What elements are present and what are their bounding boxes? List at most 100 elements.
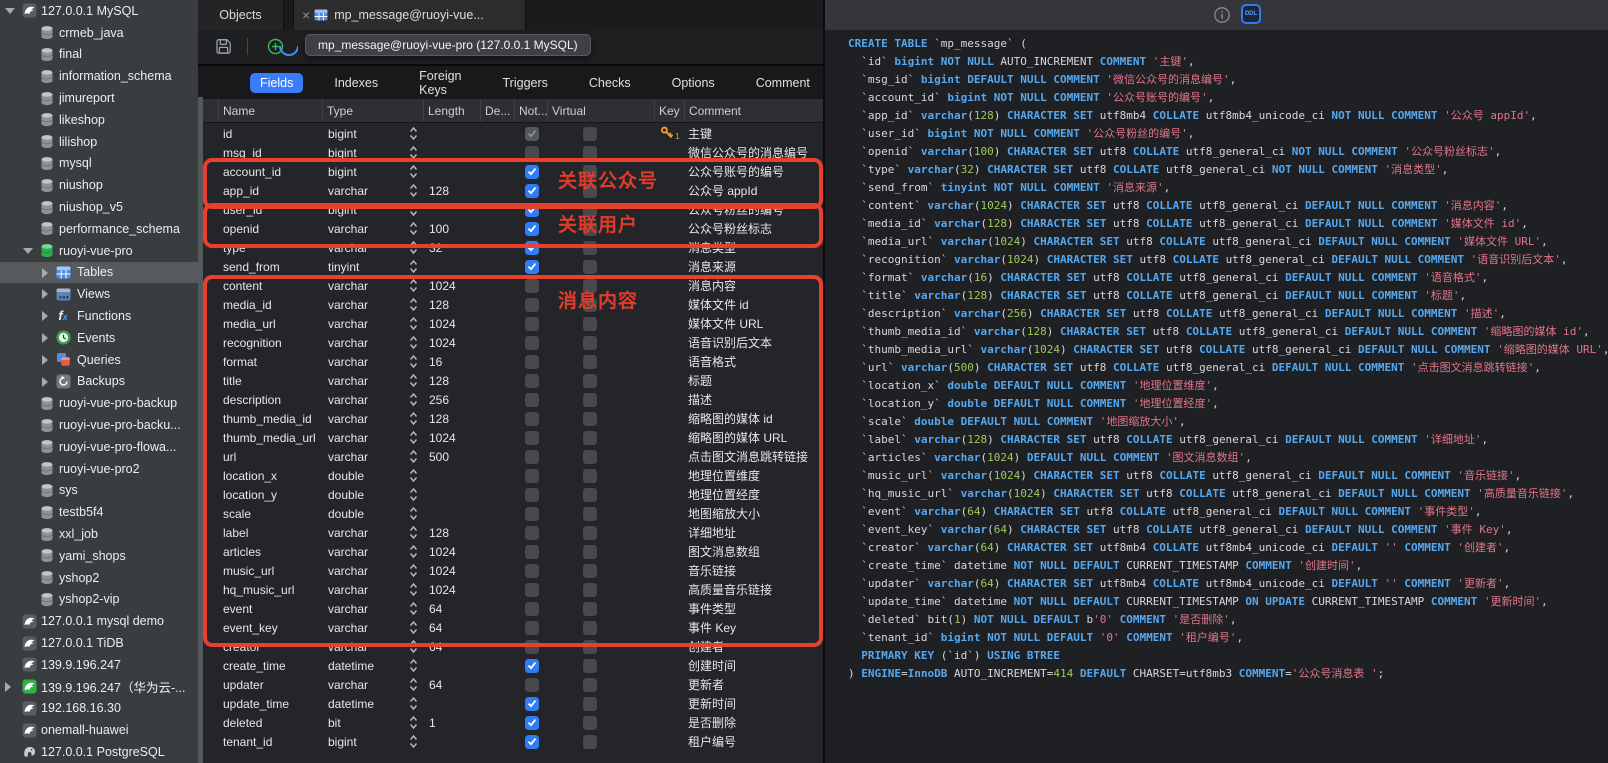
checkbox[interactable] — [583, 640, 597, 654]
tree-item-mysql[interactable]: mysql — [0, 153, 198, 175]
tree-item-testb5f4[interactable]: testb5f4 — [0, 501, 198, 523]
tree-item-127-0-0-1-mysql[interactable]: 127.0.0.1 MySQL — [0, 0, 198, 22]
tab-mp-message[interactable]: × mp_message@ruoyi-vue... — [293, 0, 526, 30]
field-row-event[interactable]: eventvarchar64事件类型 — [203, 599, 823, 618]
checkbox[interactable] — [583, 298, 597, 312]
length-stepper[interactable] — [409, 639, 418, 656]
checkbox[interactable] — [525, 564, 539, 578]
length-stepper[interactable] — [409, 696, 418, 713]
checkbox[interactable] — [583, 564, 597, 578]
field-row-msg_id[interactable]: msg_idbigint微信公众号的消息编号 — [203, 143, 823, 162]
chevron-down-icon[interactable] — [5, 8, 15, 14]
field-row-media_url[interactable]: media_urlvarchar1024媒体文件 URL — [203, 314, 823, 333]
checkbox[interactable] — [525, 393, 539, 407]
checkbox[interactable] — [525, 621, 539, 635]
checkbox[interactable] — [525, 374, 539, 388]
checkbox[interactable] — [525, 146, 539, 160]
field-row-music_url[interactable]: music_urlvarchar1024音乐链接 — [203, 561, 823, 580]
column-header-length[interactable]: Length — [424, 99, 481, 122]
tree-item-niushop-v5[interactable]: niushop_v5 — [0, 196, 198, 218]
tree-item-ruoyi-vue-pro-flowa-[interactable]: ruoyi-vue-pro-flowa... — [0, 436, 198, 458]
checkbox[interactable] — [583, 355, 597, 369]
checkbox[interactable] — [583, 659, 597, 673]
length-stepper[interactable] — [409, 563, 418, 580]
field-row-hq_music_url[interactable]: hq_music_urlvarchar1024高质量音乐链接 — [203, 580, 823, 599]
field-row-scale[interactable]: scaledouble地图缩放大小 — [203, 504, 823, 523]
info-icon[interactable] — [1213, 6, 1231, 24]
length-stepper[interactable] — [409, 316, 418, 333]
checkbox[interactable] — [525, 507, 539, 521]
view-tab-indexes[interactable]: Indexes — [324, 73, 388, 93]
field-row-url[interactable]: urlvarchar500点击图文消息跳转链接 — [203, 447, 823, 466]
checkbox[interactable] — [583, 146, 597, 160]
checkbox[interactable] — [583, 621, 597, 635]
checkbox[interactable] — [583, 241, 597, 255]
length-stepper[interactable] — [409, 259, 418, 276]
tree-item-xxl-job[interactable]: xxl_job — [0, 523, 198, 545]
length-stepper[interactable] — [409, 430, 418, 447]
length-stepper[interactable] — [409, 240, 418, 257]
field-row-creator[interactable]: creatorvarchar64创建者 — [203, 637, 823, 656]
field-row-format[interactable]: formatvarchar16语音格式 — [203, 352, 823, 371]
length-stepper[interactable] — [409, 582, 418, 599]
checkbox[interactable] — [583, 526, 597, 540]
field-row-location_x[interactable]: location_xdouble地理位置维度 — [203, 466, 823, 485]
checkbox[interactable] — [583, 507, 597, 521]
tree-item-likeshop[interactable]: likeshop — [0, 109, 198, 131]
length-stepper[interactable] — [409, 202, 418, 219]
tree-item-backups[interactable]: Backups — [0, 371, 198, 393]
chevron-right-icon[interactable] — [42, 268, 48, 278]
chevron-down-icon[interactable] — [23, 248, 33, 254]
length-stepper[interactable] — [409, 658, 418, 675]
tree-item-queries[interactable]: Queries — [0, 349, 198, 371]
length-stepper[interactable] — [409, 506, 418, 523]
length-stepper[interactable] — [409, 487, 418, 504]
checkbox[interactable] — [583, 203, 597, 217]
tree-item-139-9-196-247[interactable]: 139.9.196.247 — [0, 654, 198, 676]
sidebar-splitter[interactable] — [198, 97, 203, 763]
length-stepper[interactable] — [409, 335, 418, 352]
field-row-app_id[interactable]: app_idvarchar128公众号 appId — [203, 181, 823, 200]
checkbox[interactable] — [525, 412, 539, 426]
field-row-recognition[interactable]: recognitionvarchar1024语音识别后文本 — [203, 333, 823, 352]
chevron-right-icon[interactable] — [42, 355, 48, 365]
tree-item-information-schema[interactable]: information_schema — [0, 65, 198, 87]
checkbox[interactable] — [525, 583, 539, 597]
tree-item-crmeb-java[interactable]: crmeb_java — [0, 22, 198, 44]
tree-item-192-168-16-30[interactable]: 192.168.16.30 — [0, 698, 198, 720]
checkbox[interactable] — [583, 583, 597, 597]
checkbox[interactable] — [583, 488, 597, 502]
checkbox[interactable] — [525, 127, 539, 141]
length-stepper[interactable] — [409, 601, 418, 618]
tree-item-views[interactable]: Views — [0, 283, 198, 305]
field-row-account_id[interactable]: account_idbigint公众号账号的编号 — [203, 162, 823, 181]
checkbox[interactable] — [525, 165, 539, 179]
tree-item-functions[interactable]: fxFunctions — [0, 305, 198, 327]
length-stepper[interactable] — [409, 525, 418, 542]
field-row-thumb_media_id[interactable]: thumb_media_idvarchar128缩略图的媒体 id — [203, 409, 823, 428]
tree-item-yshop2-vip[interactable]: yshop2-vip — [0, 589, 198, 611]
tree-item-ruoyi-vue-pro[interactable]: ruoyi-vue-pro — [0, 240, 198, 262]
tree-item-127-0-0-1-mysql-demo[interactable]: 127.0.0.1 mysql demo — [0, 610, 198, 632]
checkbox[interactable] — [525, 716, 539, 730]
field-row-update_time[interactable]: update_timedatetime更新时间 — [203, 694, 823, 713]
field-row-event_key[interactable]: event_keyvarchar64事件 Key — [203, 618, 823, 637]
close-icon[interactable]: × — [302, 7, 310, 23]
length-stepper[interactable] — [409, 145, 418, 162]
length-stepper[interactable] — [409, 278, 418, 295]
field-row-user_id[interactable]: user_idbigint公众号粉丝的编号 — [203, 200, 823, 219]
checkbox[interactable] — [583, 469, 597, 483]
checkbox[interactable] — [525, 697, 539, 711]
chevron-right-icon[interactable] — [5, 682, 11, 692]
chevron-right-icon[interactable] — [42, 333, 48, 343]
checkbox[interactable] — [583, 678, 597, 692]
field-row-id[interactable]: idbigint1主键 — [203, 124, 823, 143]
checkbox[interactable] — [525, 526, 539, 540]
checkbox[interactable] — [583, 374, 597, 388]
checkbox[interactable] — [583, 393, 597, 407]
checkbox[interactable] — [583, 716, 597, 730]
length-stepper[interactable] — [409, 297, 418, 314]
tree-item-jimureport[interactable]: jimureport — [0, 87, 198, 109]
checkbox[interactable] — [525, 317, 539, 331]
checkbox[interactable] — [525, 203, 539, 217]
